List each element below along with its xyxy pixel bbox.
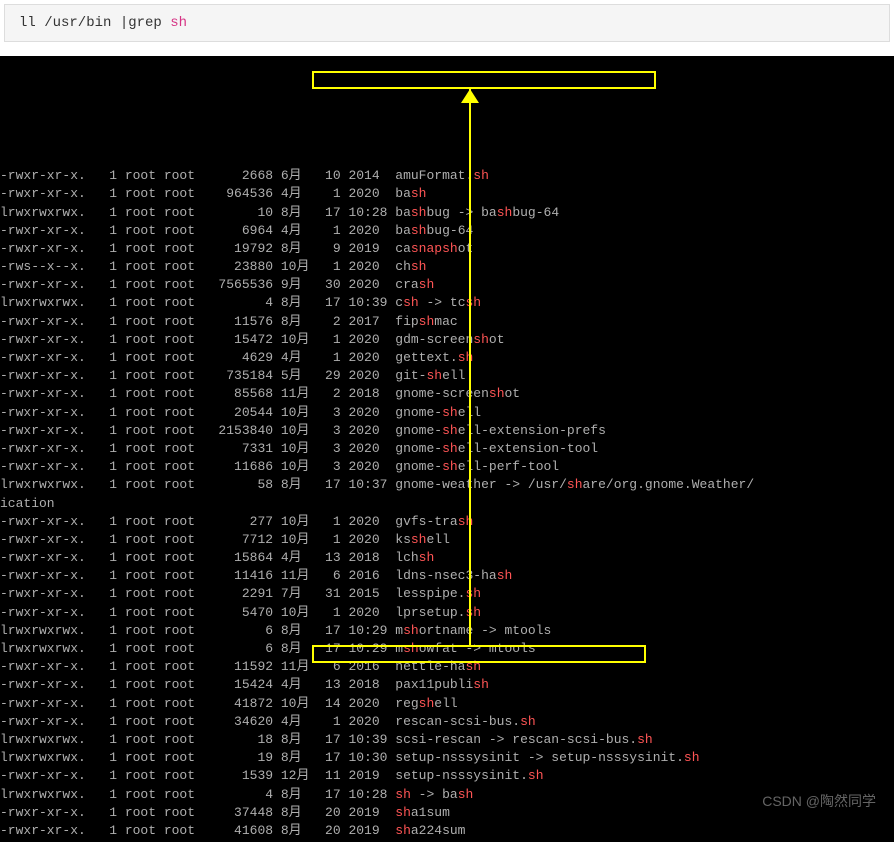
terminal-row: -rwxr-xr-x. 1 root root 2153840 10月 3 20…	[0, 422, 894, 440]
highlight-box-top	[312, 71, 656, 89]
terminal-row: -rwxr-xr-x. 1 root root 20544 10月 3 2020…	[0, 404, 894, 422]
command-text: ll /usr/bin |grep sh	[19, 15, 187, 31]
terminal-row: -rwxr-xr-x. 1 root root 37448 8月 20 2019…	[0, 804, 894, 822]
arrow-line	[469, 89, 471, 645]
terminal-row: lrwxrwxrwx. 1 root root 4 8月 17 10:28 sh…	[0, 786, 894, 804]
terminal-row: -rwxr-xr-x. 1 root root 964536 4月 1 2020…	[0, 185, 894, 203]
terminal-row: -rwxr-xr-x. 1 root root 6964 4月 1 2020 b…	[0, 222, 894, 240]
arrow-head-icon	[461, 89, 479, 103]
terminal-row: -rwxr-xr-x. 1 root root 19792 8月 9 2019 …	[0, 240, 894, 258]
terminal-row: -rws--x--x. 1 root root 23880 10月 1 2020…	[0, 258, 894, 276]
terminal-row: lrwxrwxrwx. 1 root root 18 8月 17 10:39 s…	[0, 731, 894, 749]
watermark-text: CSDN @陶然同学	[762, 792, 876, 812]
terminal-row: -rwxr-xr-x. 1 root root 7331 10月 3 2020 …	[0, 440, 894, 458]
terminal-row: -rwxr-xr-x. 1 root root 2668 6月 10 2014 …	[0, 167, 894, 185]
terminal-row: -rwxr-xr-x. 1 root root 34620 4月 1 2020 …	[0, 713, 894, 731]
terminal-output: CSDN @陶然同学 -rwxr-xr-x. 1 root root 2668 …	[0, 56, 894, 842]
terminal-row: -rwxr-xr-x. 1 root root 2291 7月 31 2015 …	[0, 585, 894, 603]
terminal-row: -rwxr-xr-x. 1 root root 5470 10月 1 2020 …	[0, 604, 894, 622]
terminal-row: -rwxr-xr-x. 1 root root 735184 5月 29 202…	[0, 367, 894, 385]
terminal-row: -rwxr-xr-x. 1 root root 11416 11月 6 2016…	[0, 567, 894, 585]
terminal-row: -rwxr-xr-x. 1 root root 15472 10月 1 2020…	[0, 331, 894, 349]
terminal-row: lrwxrwxrwx. 1 root root 6 8月 17 10:29 ms…	[0, 622, 894, 640]
terminal-row: lrwxrwxrwx. 1 root root 19 8月 17 10:30 s…	[0, 749, 894, 767]
terminal-row: -rwxr-xr-x. 1 root root 41872 10月 14 202…	[0, 695, 894, 713]
terminal-row: -rwxr-xr-x. 1 root root 85568 11月 2 2018…	[0, 385, 894, 403]
terminal-row: -rwxr-xr-x. 1 root root 41608 8月 20 2019…	[0, 822, 894, 840]
terminal-row: -rwxr-xr-x. 1 root root 7565536 9月 30 20…	[0, 276, 894, 294]
terminal-row: -rwxr-xr-x. 1 root root 11576 8月 2 2017 …	[0, 313, 894, 331]
terminal-row: lrwxrwxrwx. 1 root root 10 8月 17 10:28 b…	[0, 204, 894, 222]
terminal-row: -rwxr-xr-x. 1 root root 7712 10月 1 2020 …	[0, 531, 894, 549]
terminal-row: -rwxr-xr-x. 1 root root 1539 12月 11 2019…	[0, 767, 894, 785]
terminal-row: ication	[0, 495, 894, 513]
command-input-box: ll /usr/bin |grep sh	[4, 4, 890, 42]
terminal-row: -rwxr-xr-x. 1 root root 4629 4月 1 2020 g…	[0, 349, 894, 367]
terminal-row: -rwxr-xr-x. 1 root root 15864 4月 13 2018…	[0, 549, 894, 567]
terminal-row: -rwxr-xr-x. 1 root root 277 10月 1 2020 g…	[0, 513, 894, 531]
terminal-row: -rwxr-xr-x. 1 root root 11686 10月 3 2020…	[0, 458, 894, 476]
terminal-row: -rwxr-xr-x. 1 root root 15424 4月 13 2018…	[0, 676, 894, 694]
terminal-row: lrwxrwxrwx. 1 root root 58 8月 17 10:37 g…	[0, 476, 894, 494]
highlight-box-bottom	[312, 645, 646, 663]
terminal-row: lrwxrwxrwx. 1 root root 4 8月 17 10:39 cs…	[0, 294, 894, 312]
